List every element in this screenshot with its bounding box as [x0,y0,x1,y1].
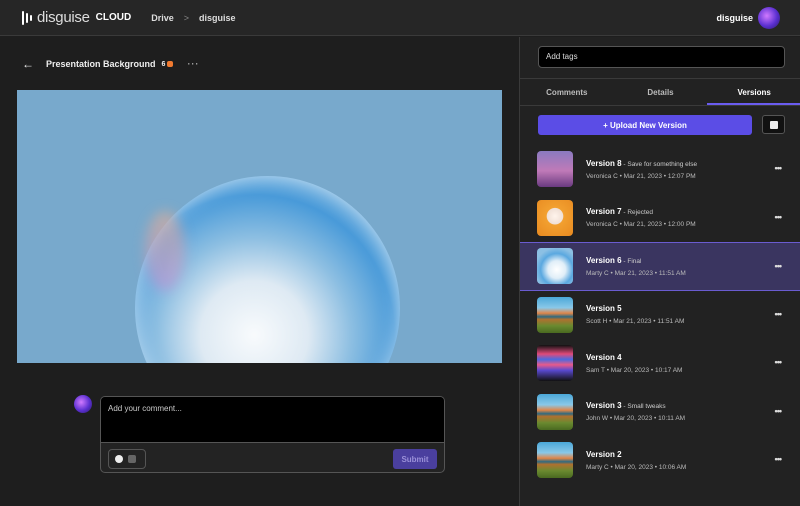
top-bar: disguise CLOUD Drive > disguise disguise [0,0,800,36]
version-meta: Marty C • Mar 20, 2023 • 10:06 AM [586,463,687,471]
compare-icon [769,120,778,129]
version-meta: John W • Mar 20, 2023 • 10:11 AM [586,415,686,423]
version-info: Version 6 - Final Marty C • Mar 21, 2023… [586,256,686,277]
version-row[interactable]: Version 5 Scott H • Mar 21, 2023 • 11:51… [520,291,800,340]
comment-tools [108,449,146,469]
version-row[interactable]: Version 4 Sam T • Mar 20, 2023 • 10:17 A… [520,339,800,388]
user-menu[interactable]: disguise [716,7,780,29]
version-thumbnail [537,151,573,188]
version-info: Version 3 - Small tweaks John W • Mar 20… [586,401,685,422]
tab-versions[interactable]: Versions [707,79,800,105]
version-title: Version 8 - Save for something else [586,159,697,168]
version-more-button[interactable]: ••• [775,212,783,222]
version-row[interactable]: Version 7 - Rejected Veronica C • Mar 21… [520,194,800,243]
glass-sphere-image [135,176,400,363]
emoji-icon[interactable] [115,455,123,463]
version-row[interactable]: Version 6 - Final Marty C • Mar 21, 2023… [520,242,800,291]
tab-details[interactable]: Details [614,79,708,105]
version-title: Version 5 [586,304,684,313]
version-list: Version 8 - Save for something else Vero… [520,145,800,485]
version-more-button[interactable]: ••• [775,261,783,271]
logo-cloud: CLOUD [95,12,132,23]
version-name: Version 2 [586,449,622,459]
version-name: Version 7 [586,207,622,217]
version-thumbnail [537,199,573,236]
breadcrumb-disguise[interactable]: disguise [199,13,236,23]
version-title: Version 2 [586,450,686,459]
panel-tabs: Comments Details Versions [520,78,800,106]
version-info: Version 5 Scott H • Mar 21, 2023 • 11:51… [586,304,684,325]
version-title: Version 3 - Small tweaks [586,401,685,410]
breadcrumb: Drive > disguise [151,13,235,23]
logo-word: disguise [37,9,90,26]
avatar [758,7,780,29]
version-name: Version 4 [586,352,622,362]
version-row[interactable]: Version 8 - Save for something else Vero… [520,145,800,194]
version-name: Version 6 [586,255,622,265]
version-info: Version 4 Sam T • Mar 20, 2023 • 10:17 A… [586,353,682,374]
version-info: Version 7 - Rejected Veronica C • Mar 21… [586,207,696,228]
version-count: 6 [161,60,166,68]
version-note: - Final [621,257,642,265]
version-name: Version 5 [586,304,622,314]
version-note: - Rejected [621,209,654,217]
back-arrow-icon[interactable]: ← [22,57,34,71]
version-thumbnail [537,345,573,382]
version-note: - Small tweaks [621,403,666,411]
version-more-button[interactable]: ••• [775,309,783,319]
version-more-button[interactable]: ••• [775,454,783,464]
version-note: - Save for something else [621,160,698,168]
upload-new-version-button[interactable]: + Upload New Version [538,115,752,135]
version-meta: Veronica C • Mar 21, 2023 • 12:00 PM [586,221,696,229]
asset-preview [17,90,502,363]
version-info: Version 8 - Save for something else Vero… [586,159,697,180]
version-more-button[interactable]: ••• [775,163,783,173]
version-title: Version 4 [586,353,682,362]
breadcrumb-separator: > [183,12,189,23]
version-thumbnail [537,248,573,285]
more-options-button[interactable]: ··· [187,59,199,69]
breadcrumb-drive[interactable]: Drive [151,13,174,23]
version-meta: Sam T • Mar 20, 2023 • 10:17 AM [586,366,683,374]
asset-title-bar: ← Presentation Background 6 ··· [22,57,199,71]
version-thumbnail [537,296,573,333]
version-more-button[interactable]: ••• [775,357,783,367]
tags-input[interactable]: Add tags [538,46,785,68]
submit-button[interactable]: Submit [393,449,437,469]
version-more-button[interactable]: ••• [775,406,783,416]
tab-comments[interactable]: Comments [520,79,614,105]
version-meta: Marty C • Mar 21, 2023 • 11:51 AM [586,269,686,277]
version-title: Version 7 - Rejected [586,207,696,216]
compare-button[interactable] [762,115,785,134]
side-panel: Add tags Comments Details Versions + Upl… [519,37,800,506]
version-thumbnail [537,393,573,430]
version-info: Version 2 Marty C • Mar 20, 2023 • 10:06… [586,450,686,471]
comment-input[interactable]: Add your comment... [101,397,444,443]
version-name: Version 3 [586,401,622,411]
version-name: Version 8 [586,158,622,168]
page-title: Presentation Background [46,59,156,69]
version-row[interactable]: Version 3 - Small tweaks John W • Mar 20… [520,388,800,437]
comment-avatar [74,395,92,413]
version-title: Version 6 - Final [586,256,686,265]
version-thumbnail [537,442,573,479]
attachment-icon[interactable] [128,455,136,463]
logo-icon [22,10,32,25]
user-name: disguise [716,13,753,23]
version-meta: Veronica C • Mar 21, 2023 • 12:07 PM [586,172,696,180]
disguise-logo[interactable]: disguise CLOUD [22,9,131,26]
comment-box: Add your comment... Submit [100,396,445,473]
version-row[interactable]: Version 2 Marty C • Mar 20, 2023 • 10:06… [520,436,800,485]
version-badge-icon [167,61,174,67]
version-meta: Scott H • Mar 21, 2023 • 11:51 AM [586,318,685,326]
